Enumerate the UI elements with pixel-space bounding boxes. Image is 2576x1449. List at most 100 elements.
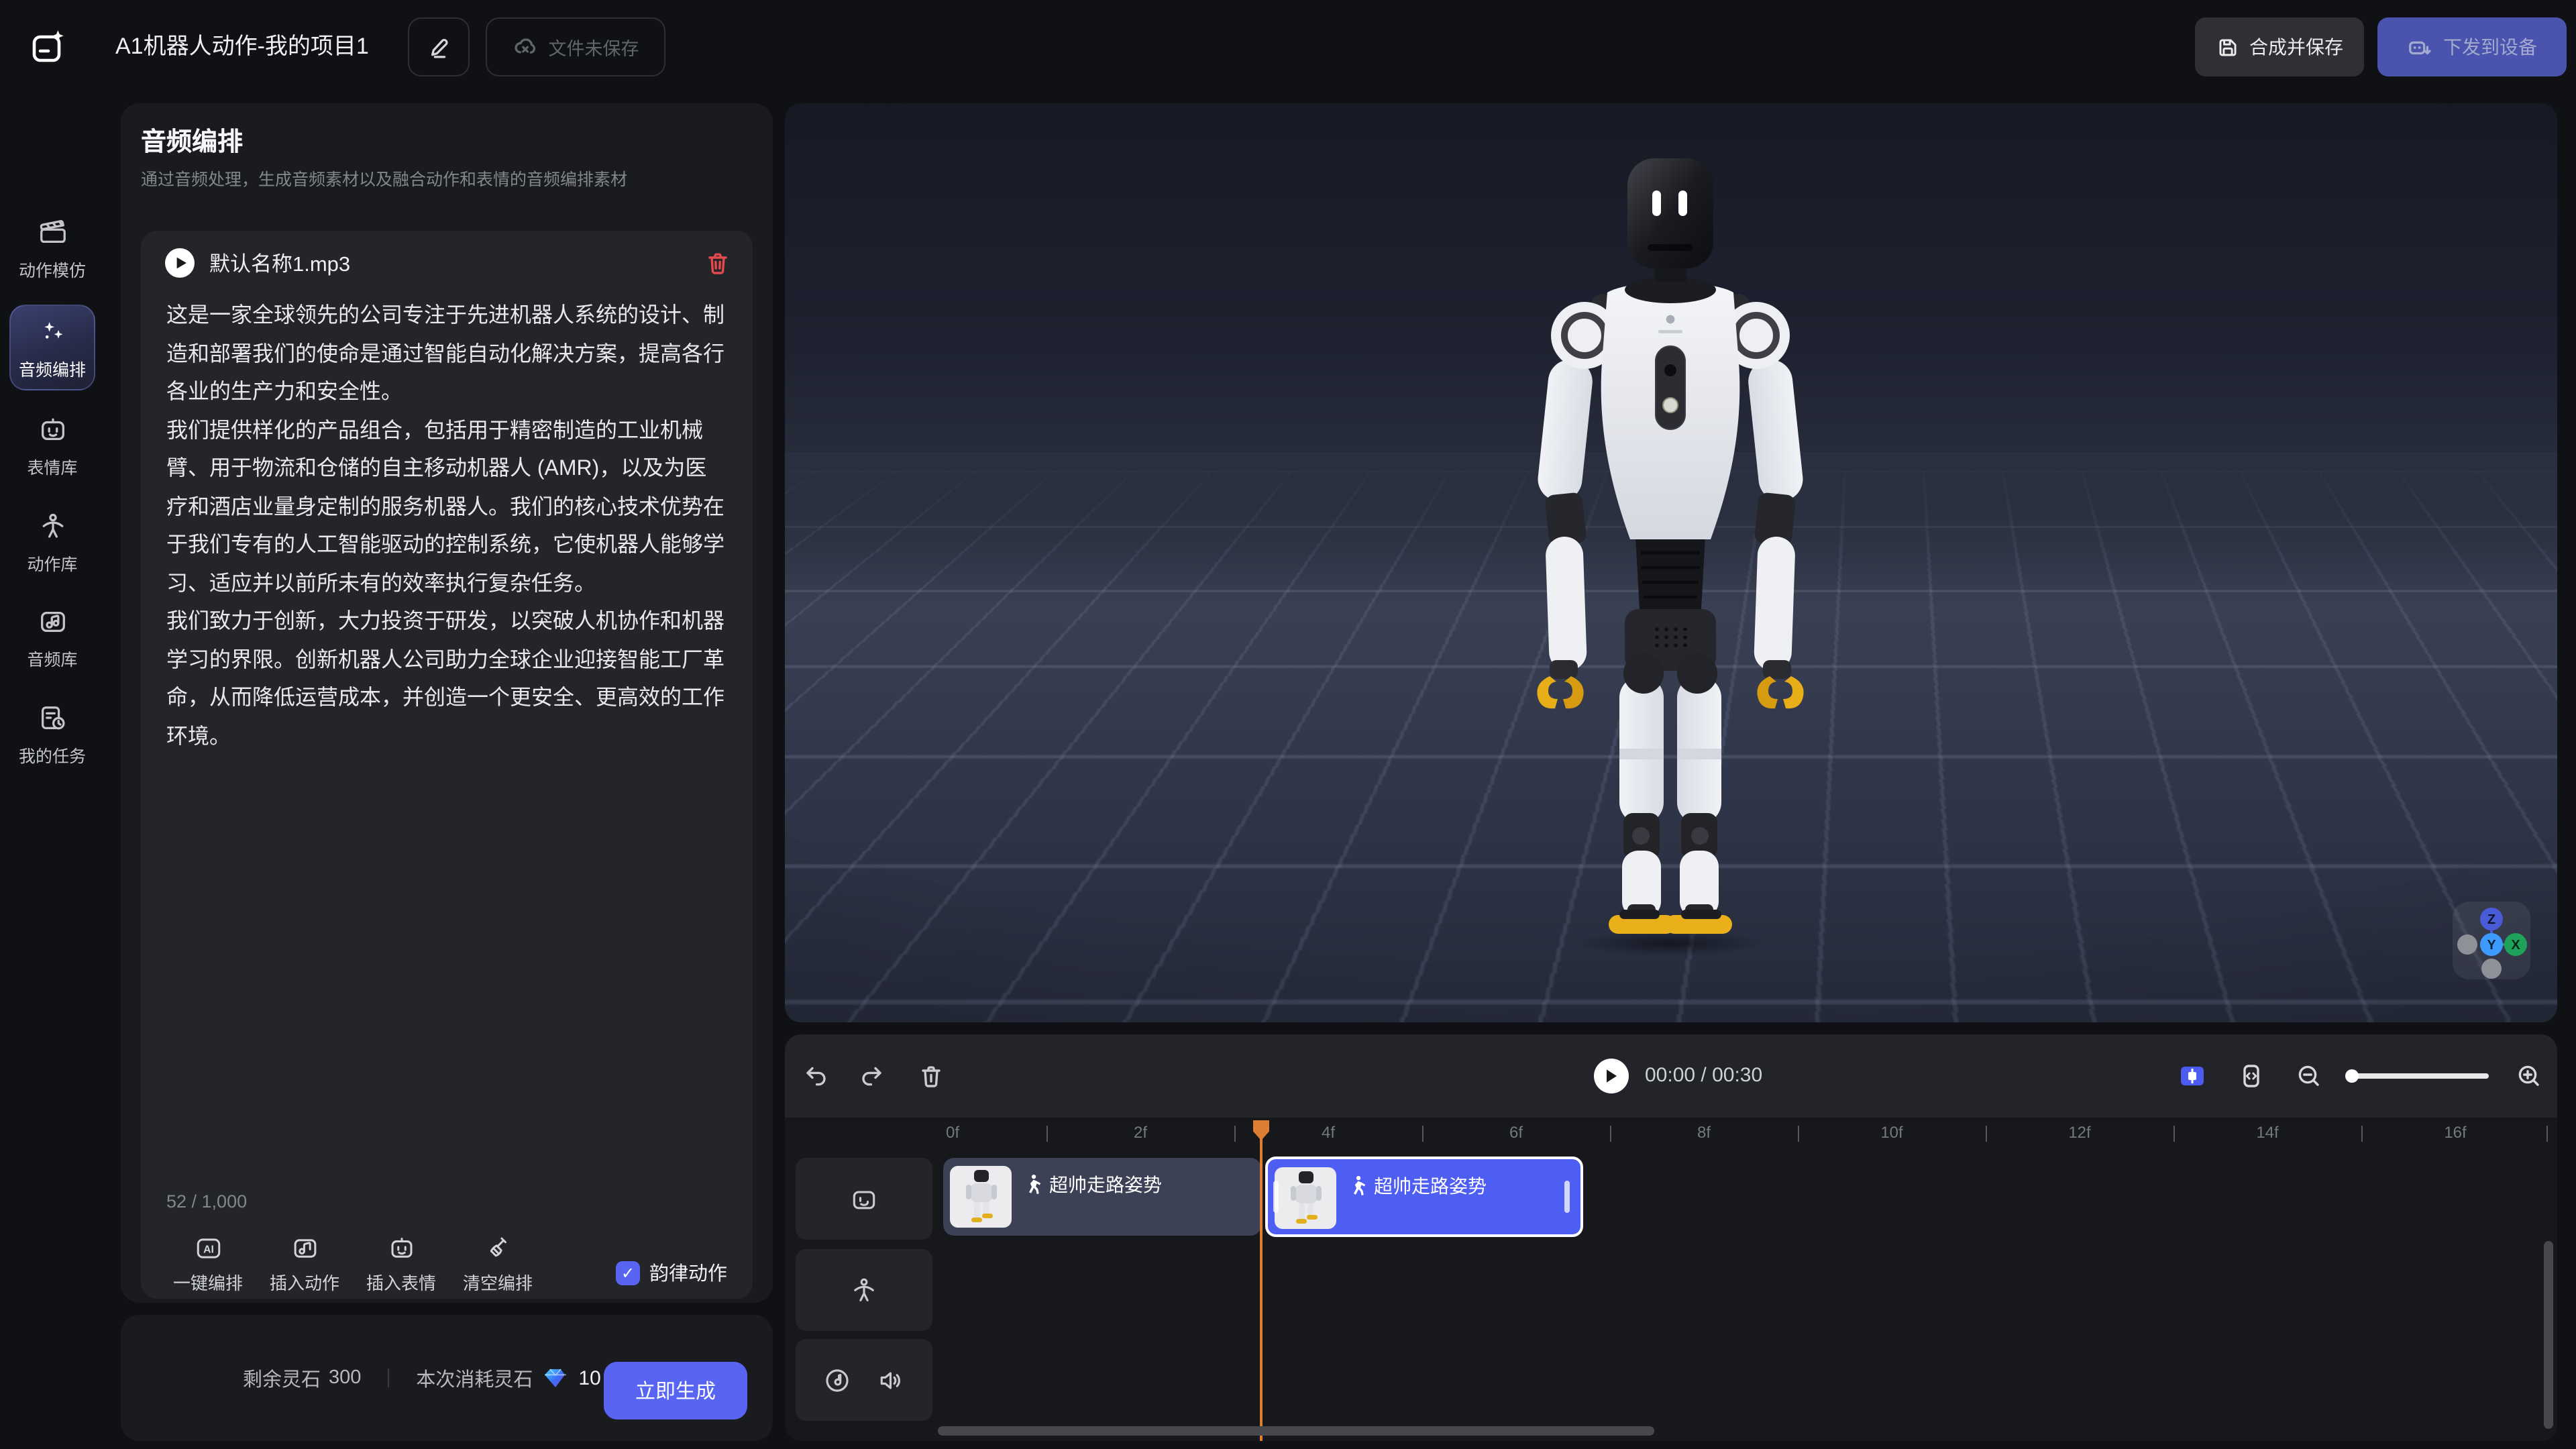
zoom-out-icon[interactable] [2296, 1063, 2322, 1089]
ruler-label: 6f [1509, 1123, 1523, 1142]
ruler-tick [1422, 1126, 1424, 1142]
ruler-tick [1610, 1126, 1611, 1142]
task-doc-clock-icon [0, 703, 105, 734]
axis-x-label: X [2511, 938, 2520, 953]
script-paragraph: 我们提供样化的产品组合，包括用于精密制造的工业机械臂、用于物流和仓储的自主移动机… [166, 413, 727, 604]
file-status-label: 文件未保存 [549, 34, 639, 60]
axis-z-label: Z [2487, 912, 2496, 927]
audio-file-row: 默认名称1.mp3 [165, 244, 731, 282]
robot-download-icon [2407, 34, 2432, 60]
ruler-label: 16f [2444, 1123, 2466, 1142]
walking-person-icon [1024, 1174, 1042, 1195]
clear-arrange-button[interactable]: 清空编排 [455, 1234, 541, 1295]
sidebar-label: 动作库 [0, 550, 105, 576]
deploy-button[interactable]: 下发到设备 [2377, 17, 2567, 76]
save-icon [2216, 36, 2239, 58]
sidebar-label: 音频库 [0, 645, 105, 671]
panel-subtitle: 通过音频处理，生成音频素材以及融合动作和表情的音频编排素材 [141, 165, 627, 191]
ruler-tick [1234, 1126, 1236, 1142]
script-paragraph: 这是一家全球领先的公司专注于先进机器人系统的设计、制造和部署我们的使命是通过智能… [166, 298, 727, 413]
cost-value: 10 [578, 1366, 600, 1389]
sidebar-item-my-tasks[interactable]: 我的任务 [0, 703, 105, 767]
ruler-label: 14f [2256, 1123, 2278, 1142]
save-button-label: 合成并保存 [2249, 34, 2343, 60]
script-actions: AI 一键编排 插入动作 插入表情 [165, 1234, 541, 1295]
audio-track-header[interactable] [796, 1339, 932, 1421]
rhythm-checkbox[interactable]: ✓ [616, 1260, 640, 1285]
ruler-tick [2546, 1126, 2548, 1142]
sidebar-label: 表情库 [0, 453, 105, 479]
sidebar-label: 我的任务 [0, 742, 105, 767]
ruler-tick [1046, 1126, 1048, 1142]
trash-icon[interactable] [918, 1063, 945, 1089]
app-logo-icon[interactable] [30, 28, 67, 66]
gem-icon [543, 1366, 568, 1390]
remaining-value: 300 [329, 1367, 361, 1389]
robot-face-icon [0, 415, 105, 445]
sidebar-item-audio-arrange[interactable]: 音频编排 [0, 317, 105, 381]
rhythm-label: 韵律动作 [649, 1258, 727, 1287]
expression-track-header[interactable] [796, 1158, 932, 1240]
save-button[interactable]: 合成并保存 [2195, 17, 2364, 76]
fit-timeline-icon[interactable] [2238, 1063, 2265, 1089]
script-text-area[interactable]: 这是一家全球领先的公司专注于先进机器人系统的设计、制造和部署我们的使命是通过智能… [166, 298, 727, 1183]
horizontal-scrollbar[interactable] [938, 1426, 1654, 1436]
panel-title: 音频编排 [141, 122, 243, 158]
motion-clip-selected[interactable]: 超帅走路姿势 [1265, 1157, 1583, 1237]
generate-button[interactable]: 立即生成 [604, 1362, 747, 1419]
generate-button-label: 立即生成 [635, 1377, 716, 1405]
auto-arrange-button[interactable]: AI 一键编排 [165, 1234, 251, 1295]
remaining-label: 剩余灵石 [243, 1364, 321, 1392]
play-audio-button[interactable] [165, 248, 195, 278]
redo-icon[interactable] [859, 1063, 885, 1089]
playhead-line [1260, 1120, 1263, 1441]
ruler-tick [1798, 1126, 1799, 1142]
undo-icon[interactable] [802, 1063, 829, 1089]
playhead-handle[interactable] [1253, 1120, 1269, 1140]
speaker-icon[interactable] [876, 1365, 906, 1395]
rename-button[interactable] [408, 17, 470, 76]
vertical-scrollbar[interactable] [2544, 1241, 2553, 1429]
ruler-label: 10f [1880, 1123, 1902, 1142]
ruler-label: 8f [1697, 1123, 1711, 1142]
insert-clip-icon[interactable] [2179, 1063, 2206, 1089]
music-box-icon [0, 606, 105, 637]
rhythm-toggle[interactable]: ✓ 韵律动作 [616, 1258, 727, 1287]
viewport-3d[interactable]: Z Y X [785, 103, 2557, 1022]
sidebar-item-motion-lib[interactable]: 动作库 [0, 511, 105, 576]
axis-gizmo[interactable]: Z Y X [2453, 902, 2530, 979]
char-counter: 52 / 1,000 [166, 1191, 247, 1212]
action-label: 一键编排 [173, 1269, 243, 1295]
slider-knob[interactable] [2345, 1069, 2359, 1083]
sidebar-item-expression-lib[interactable]: 表情库 [0, 415, 105, 479]
ai-icon: AI [194, 1234, 222, 1263]
action-label: 插入动作 [270, 1269, 339, 1295]
ruler-label: 4f [1322, 1123, 1335, 1142]
robot-face-icon [849, 1184, 879, 1214]
motion-clip[interactable]: 超帅走路姿势 [943, 1158, 1261, 1236]
delete-audio-button[interactable] [704, 250, 731, 276]
sidebar-item-audio-lib[interactable]: 音频库 [0, 606, 105, 671]
ruler-tick [2361, 1126, 2363, 1142]
robot-face-icon [387, 1234, 415, 1263]
app-window: A1机器人动作-我的项目1 文件未保存 合成并保存 下发到设备 [0, 0, 2576, 1449]
play-button[interactable] [1594, 1059, 1629, 1093]
ruler-label: 0f [946, 1123, 959, 1142]
clip-name: 超帅走路姿势 [1374, 1173, 1487, 1199]
sidebar-item-motion-mimic[interactable]: 动作模仿 [0, 217, 105, 282]
robot-model[interactable] [1469, 150, 1872, 942]
zoom-in-icon[interactable] [2516, 1063, 2542, 1089]
clapperboard-icon [0, 217, 105, 248]
person-icon [849, 1275, 879, 1305]
clip-thumbnail [950, 1166, 1012, 1228]
motion-track-header[interactable] [796, 1249, 932, 1331]
music-disc-icon [822, 1365, 852, 1395]
insert-motion-button[interactable]: 插入动作 [262, 1234, 347, 1295]
timeline-section: 00:00 / 00:30 0f 2f 4f 6f 8f 10f 12f 14f… [785, 1034, 2557, 1441]
insert-expression-button[interactable]: 插入表情 [358, 1234, 444, 1295]
file-status-button[interactable]: 文件未保存 [486, 17, 665, 76]
axis-y-label: Y [2487, 938, 2496, 953]
timeline-zoom-slider[interactable] [2348, 1073, 2489, 1079]
divider [388, 1368, 389, 1387]
audio-file-name: 默认名称1.mp3 [209, 248, 704, 278]
